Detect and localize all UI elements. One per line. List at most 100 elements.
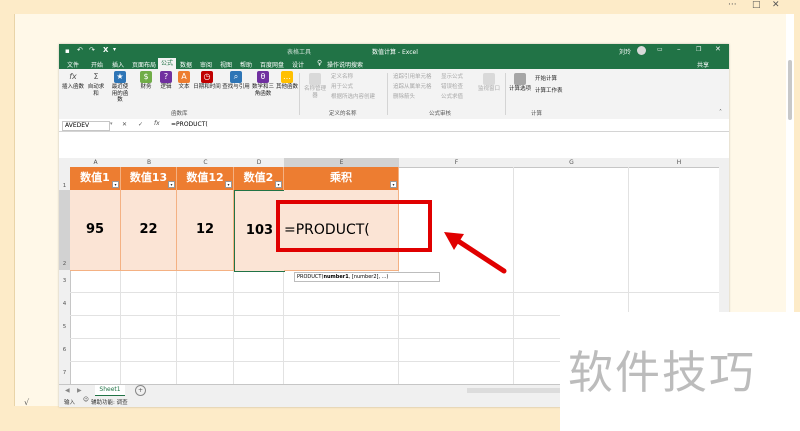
lookup-icon: ⌕ [230,71,242,83]
row-header[interactable]: 6 [59,339,71,363]
tab-home[interactable]: 开始 [91,60,103,69]
calculation-options-button[interactable]: 计算选项 [509,73,531,93]
tab-formulas[interactable]: 公式 [158,58,177,69]
data-cell-a2[interactable]: 95 [70,190,121,271]
tab-page-layout[interactable]: 页面布局 [132,60,156,69]
group-divider [299,73,300,115]
row-header[interactable]: 4 [59,293,71,317]
date-time-button[interactable]: ◷ 日期和时间 [193,71,221,91]
data-cell-b2[interactable]: 22 [121,190,177,271]
sheet-scroll-right-icon[interactable]: ▶ [77,387,82,394]
gridline [233,270,234,384]
lookup-reference-button[interactable]: ⌕ 查找与引用 [222,71,250,91]
tab-review[interactable]: 审阅 [200,60,212,69]
name-manager-button[interactable]: 名称管理器 [303,73,327,99]
header-cell-e1[interactable]: 乘积 ▾ [284,167,399,190]
viewer-more-button[interactable]: ··· [728,0,737,10]
gridline [513,167,514,384]
tab-insert[interactable]: 插入 [112,60,124,69]
math-trig-button[interactable]: θ 数学和三角函数 [252,71,274,97]
row-header[interactable]: 3 [59,270,71,294]
minimize-button[interactable]: – [677,45,681,53]
more-functions-label: 其他函数 [276,84,299,90]
cancel-entry-button[interactable]: ✕ [122,121,127,128]
undo-icon[interactable]: ↶ [77,46,83,54]
tell-me-search[interactable]: 操作说明搜索 [327,60,363,69]
remove-arrows-button[interactable]: 删除箭头 [393,92,415,100]
fx-icon: fx [69,72,77,81]
filter-dropdown-icon[interactable]: ▾ [112,181,119,188]
evaluate-formula-button[interactable]: 公式求值 [441,92,463,100]
formula-bar: AVEDEV ▾ ✕ ✓ fx =PRODUCT( [59,119,729,132]
redo-icon[interactable]: ↷ [89,46,95,54]
insert-function-icon[interactable]: fx [154,120,160,127]
calculation-label: 计算 [531,111,543,117]
filter-dropdown-icon[interactable]: ▾ [390,181,397,188]
qat-more-icon[interactable]: ▾ [113,46,116,53]
viewer-maximize-button[interactable]: □ [752,0,761,10]
show-formulas-button[interactable]: 显示公式 [441,72,463,80]
watch-icon [483,73,495,85]
share-button[interactable]: 共享 [697,60,709,69]
logical-button[interactable]: ? 逻辑 [159,71,173,91]
ribbon-spacer [59,132,729,158]
save-icon[interactable]: ▪ [65,47,70,55]
financial-button[interactable]: $ 财务 [139,71,153,91]
column-header[interactable]: F [399,158,515,168]
date-time-label: 日期和时间 [193,84,221,90]
calculate-now-button[interactable]: 开始计算 [535,74,557,82]
name-box[interactable]: AVEDEV [62,121,110,131]
avatar[interactable] [637,46,646,55]
filter-dropdown-icon[interactable]: ▾ [225,181,232,188]
tab-baidu-netdisk[interactable]: 百度网盘 [260,60,284,69]
tooltip-current-argument: number1 [323,274,349,280]
restore-button[interactable]: ❐ [696,46,701,53]
data-cell-c2[interactable]: 12 [177,190,234,271]
viewer-scroll-thumb[interactable] [788,60,792,120]
filter-dropdown-icon[interactable]: ▾ [168,181,175,188]
tab-help[interactable]: 帮助 [240,60,252,69]
trace-dependents-button[interactable]: 追踪从属单元格 [393,82,432,90]
defined-names-label: 定义的名称 [329,111,357,117]
status-mode: 输入 [64,400,76,406]
header-cell-a1[interactable]: 数值1 ▾ [70,167,121,190]
name-box-dropdown-icon[interactable]: ▾ [110,121,113,127]
sheet-scroll-left-icon[interactable]: ◀ [65,387,70,394]
filter-dropdown-icon[interactable]: ▾ [275,181,282,188]
header-cell-c1[interactable]: 数值12 ▾ [177,167,234,190]
header-cell-b1[interactable]: 数值13 ▾ [121,167,177,190]
watch-window-button[interactable]: 监视窗口 [477,73,501,93]
accessibility-icon: ☺ [83,397,89,403]
enter-entry-button[interactable]: ✓ [138,121,143,128]
collapse-ribbon-icon[interactable]: ˄ [719,109,722,116]
column-header[interactable]: H [629,158,729,168]
formula-input[interactable]: =PRODUCT( [171,121,208,128]
autosum-button[interactable]: Σ 自动求和 [86,71,106,97]
accessibility-status[interactable]: 辅助功能: 调查 [91,398,128,406]
column-header[interactable]: G [514,158,630,168]
close-button[interactable]: ✕ [715,45,721,53]
create-from-selection-button[interactable]: 根据所选内容创建 [331,92,375,100]
tab-data[interactable]: 数据 [180,60,192,69]
tooltip-function-name: PRODUCT( [297,274,324,280]
insert-function-button[interactable]: fx 插入函数 [62,71,84,91]
recent-functions-button[interactable]: ★ 最近使用的函数 [111,71,129,104]
more-functions-button[interactable]: … 其他函数 [276,71,298,91]
trace-precedents-button[interactable]: 追踪引用单元格 [393,72,432,80]
ribbon-display-icon[interactable]: ▭ [657,46,663,53]
row-header[interactable]: 5 [59,316,71,340]
header-cell-d1[interactable]: 数值2 ▾ [234,167,284,190]
tab-design[interactable]: 设计 [292,60,304,69]
define-name-button[interactable]: 定义名称 [331,72,353,80]
new-sheet-button[interactable]: + [135,385,146,396]
error-checking-button[interactable]: 错误检查 [441,82,463,90]
tab-view[interactable]: 视图 [220,60,232,69]
gridline [120,270,121,384]
calculate-sheet-button[interactable]: 计算工作表 [535,86,563,94]
tab-file[interactable]: 文件 [67,60,79,69]
viewer-close-button[interactable]: ✕ [772,0,780,10]
text-button[interactable]: A 文本 [177,71,191,91]
user-name[interactable]: 刘玲 [619,47,631,56]
use-in-formula-button[interactable]: 用于公式 [331,82,353,90]
row-header[interactable]: 7 [59,362,71,385]
